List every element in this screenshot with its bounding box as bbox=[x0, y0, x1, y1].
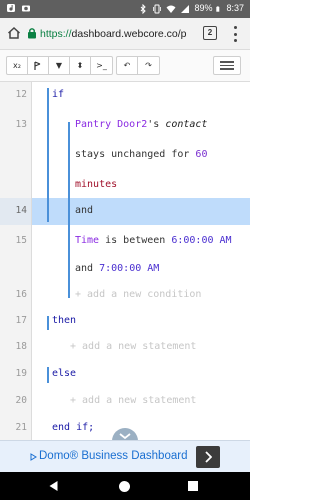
browser-menu-icon[interactable] bbox=[232, 26, 238, 42]
editor-toolbar: x₂ ▼ ⬍ >_ ↶ ↷ bbox=[0, 50, 250, 82]
browser-address-bar: https://dashboard.webcore.co/piston 2 bbox=[0, 18, 250, 50]
else-block-guide bbox=[47, 367, 49, 383]
line-number: 15 bbox=[15, 235, 27, 246]
toolbar-group-history: ↶ ↷ bbox=[116, 56, 160, 75]
operator-and[interactable]: and bbox=[75, 204, 93, 218]
undo-button[interactable]: ↶ bbox=[117, 57, 138, 74]
line-number: 21 bbox=[15, 422, 27, 433]
ad-play-icon bbox=[30, 453, 37, 461]
line-number: 17 bbox=[15, 315, 27, 326]
condition-text[interactable]: Time is between 6:00:00 AM bbox=[75, 234, 232, 248]
bluetooth-icon bbox=[141, 3, 147, 14]
line-number: 14 bbox=[15, 205, 27, 216]
status-left-icons bbox=[6, 3, 31, 13]
time-variable[interactable]: Time bbox=[75, 235, 99, 246]
notification-icon bbox=[7, 4, 15, 12]
if-block-guide bbox=[47, 88, 49, 222]
line-number: 18 bbox=[15, 341, 27, 352]
console-button[interactable]: >_ bbox=[91, 57, 112, 74]
code-line[interactable]: 20 + add a new statement bbox=[0, 388, 250, 415]
toolbar-group-format: x₂ ▼ ⬍ >_ bbox=[6, 56, 113, 75]
code-line[interactable]: 12 if bbox=[0, 82, 250, 109]
keyword-else[interactable]: else bbox=[52, 367, 76, 381]
code-line[interactable]: and 7:00:00 AM bbox=[0, 256, 250, 283]
keyword-then[interactable]: then bbox=[52, 314, 76, 328]
subscript-button[interactable]: x₂ bbox=[7, 57, 28, 74]
attribute-name[interactable]: contact bbox=[165, 119, 207, 130]
condition-group-guide bbox=[68, 122, 70, 298]
recents-icon[interactable] bbox=[187, 480, 199, 492]
status-right-icons: 89% 8:37 bbox=[138, 3, 244, 14]
line-number: 16 bbox=[15, 289, 27, 300]
then-block-guide bbox=[47, 316, 49, 330]
ad-text[interactable]: Domo® Business Dashboard bbox=[39, 450, 187, 462]
wifi-icon bbox=[166, 5, 176, 13]
signal-icon bbox=[181, 4, 190, 13]
code-line[interactable]: 17 then bbox=[0, 308, 250, 335]
battery-percent: 89% bbox=[194, 3, 213, 13]
home-icon[interactable] bbox=[7, 26, 21, 40]
url-scheme: https:// bbox=[40, 28, 72, 40]
add-statement-link[interactable]: + add a new statement bbox=[70, 394, 196, 408]
trigger-icon[interactable] bbox=[28, 57, 49, 74]
tab-switcher-button[interactable]: 2 bbox=[203, 26, 217, 40]
code-line[interactable]: 19 else bbox=[0, 361, 250, 388]
url-field[interactable]: https://dashboard.webcore.co/piston bbox=[40, 26, 186, 42]
duration-value[interactable]: 60 bbox=[195, 149, 207, 160]
code-line[interactable]: stays unchanged for 60 bbox=[0, 142, 250, 169]
keyword-end-if[interactable]: end if; bbox=[52, 421, 94, 435]
end-time[interactable]: 7:00:00 AM bbox=[99, 263, 159, 274]
line-number: 20 bbox=[15, 395, 27, 406]
start-time[interactable]: 6:00:00 AM bbox=[171, 235, 231, 246]
back-icon[interactable] bbox=[48, 480, 59, 492]
clock: 8:37 bbox=[226, 3, 244, 13]
url-host: dashboard.webcore.co/piston bbox=[71, 28, 186, 40]
add-statement-link[interactable]: + add a new statement bbox=[70, 340, 196, 354]
battery-icon bbox=[216, 5, 220, 12]
code-line-highlighted[interactable]: 14 and bbox=[0, 198, 250, 225]
sort-button[interactable]: ⬍ bbox=[70, 57, 91, 74]
home-nav-icon[interactable] bbox=[118, 480, 131, 493]
keyword-if[interactable]: if bbox=[52, 88, 64, 102]
code-line[interactable]: 18 + add a new statement bbox=[0, 334, 250, 361]
lock-icon[interactable] bbox=[27, 27, 37, 39]
add-condition-link[interactable]: + add a new condition bbox=[75, 288, 201, 302]
vibrate-icon bbox=[153, 4, 162, 13]
condition-text[interactable]: Pantry Door2's contact bbox=[75, 118, 207, 132]
filter-button[interactable]: ▼ bbox=[49, 57, 70, 74]
code-line[interactable]: 13 Pantry Door2's contact bbox=[0, 112, 250, 139]
code-line[interactable]: 15 Time is between 6:00:00 AM bbox=[0, 228, 250, 255]
piston-code-editor: 12 if 13 Pantry Door2's contact stays un… bbox=[0, 82, 250, 440]
code-line[interactable]: minutes bbox=[0, 172, 250, 199]
ad-next-button[interactable] bbox=[196, 446, 220, 468]
camera-icon bbox=[22, 5, 30, 12]
status-bar: 89% 8:37 bbox=[0, 0, 250, 18]
android-navigation-bar bbox=[0, 472, 250, 500]
ad-banner[interactable]: Domo® Business Dashboard bbox=[0, 440, 250, 472]
condition-text[interactable]: and 7:00:00 AM bbox=[75, 262, 159, 276]
device-name[interactable]: Pantry Door2 bbox=[75, 119, 147, 130]
line-number: 13 bbox=[15, 119, 27, 130]
code-line[interactable]: 16 + add a new condition bbox=[0, 282, 250, 309]
line-number: 19 bbox=[15, 368, 27, 379]
redo-button[interactable]: ↷ bbox=[138, 57, 159, 74]
condition-text[interactable]: stays unchanged for 60 bbox=[75, 148, 207, 162]
duration-unit[interactable]: minutes bbox=[75, 178, 117, 192]
line-number: 12 bbox=[15, 89, 27, 100]
hamburger-menu-icon[interactable] bbox=[213, 56, 241, 75]
